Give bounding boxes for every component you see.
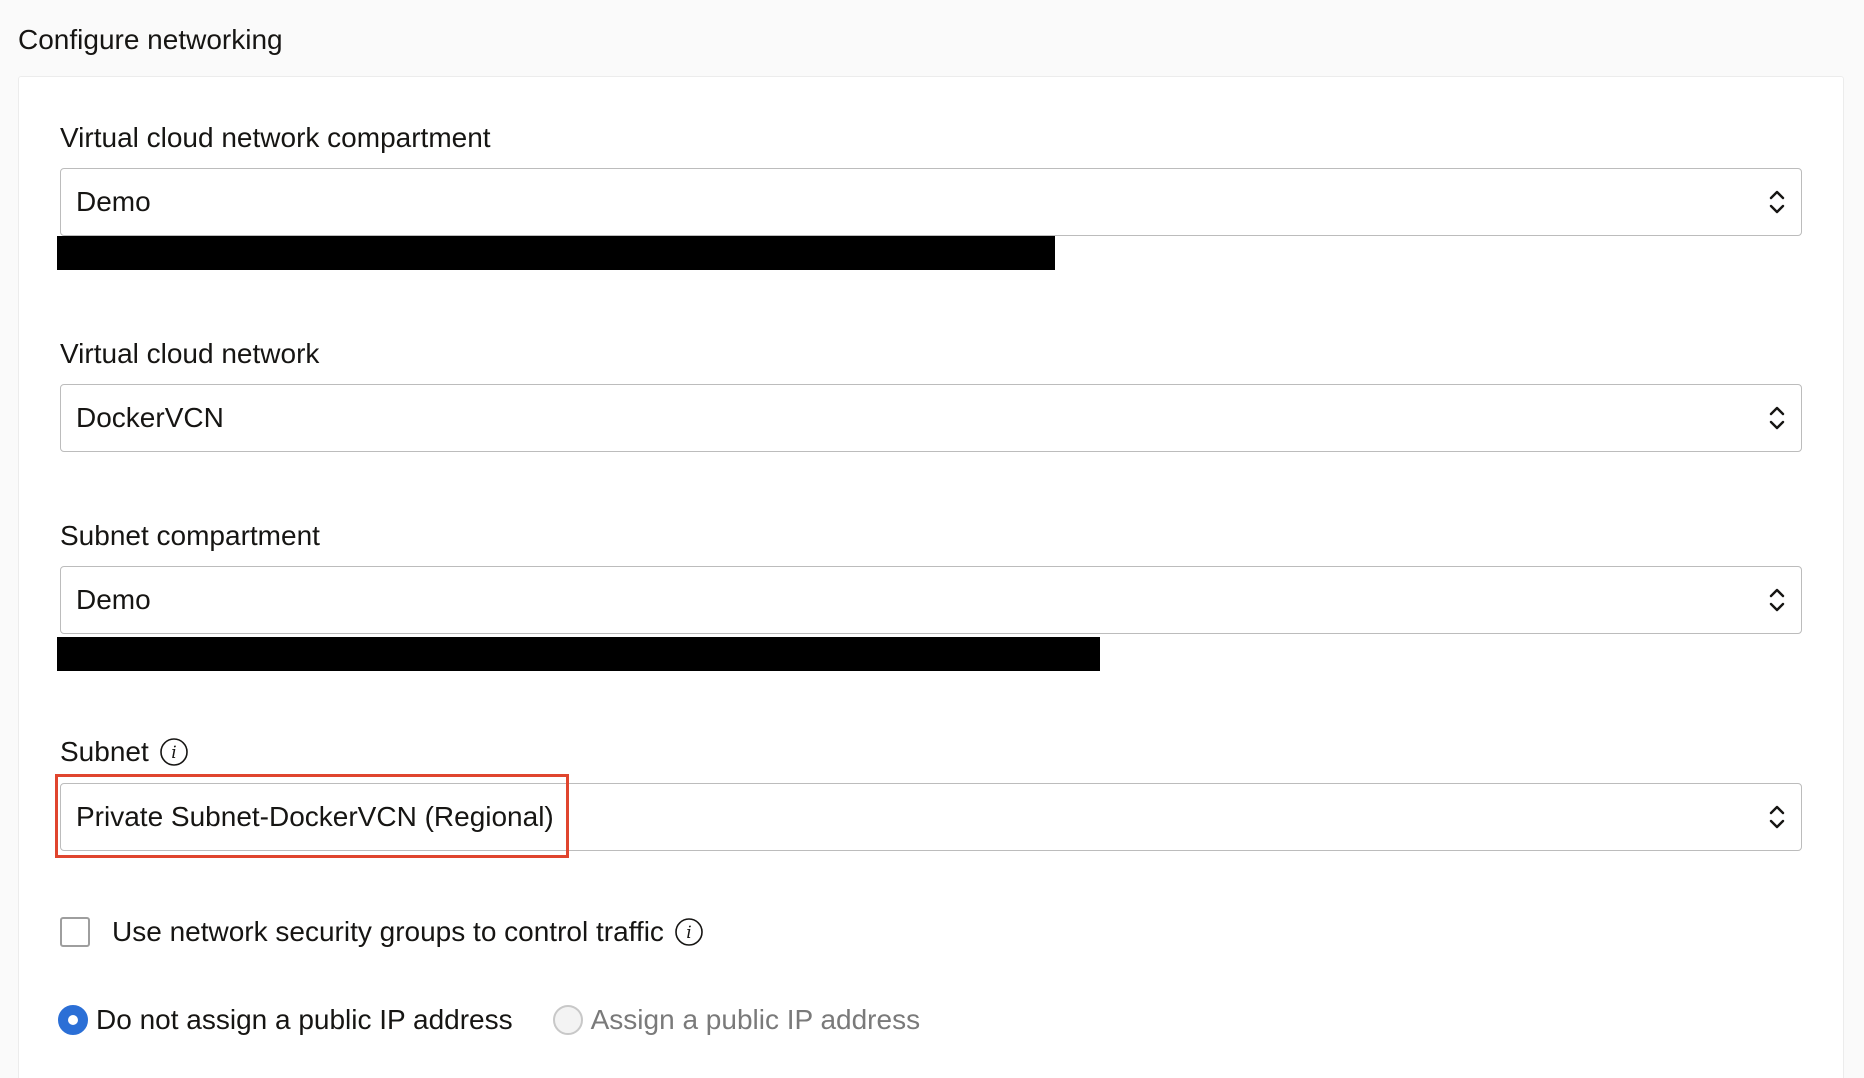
- radio-assign-public-ip-label: Assign a public IP address: [590, 1004, 921, 1035]
- chevron-up-down-icon: [1769, 190, 1785, 214]
- radio-option-assign-public-ip[interactable]: Assign a public IP address: [552, 1004, 921, 1036]
- radio-assign-public-ip[interactable]: [552, 1005, 583, 1035]
- subnet-label-text: Subnet: [60, 736, 149, 767]
- nsg-checkbox[interactable]: [60, 917, 90, 947]
- subnet-label: Subnet i: [60, 736, 189, 768]
- radio-option-no-public-ip[interactable]: Do not assign a public IP address: [58, 1004, 513, 1036]
- vcn-label: Virtual cloud network: [60, 338, 319, 370]
- page: Configure networking Virtual cloud netwo…: [0, 0, 1864, 1078]
- vcn-compartment-select[interactable]: Demo: [60, 168, 1802, 236]
- subnet-compartment-value: Demo: [76, 584, 151, 615]
- svg-text:i: i: [171, 743, 176, 763]
- redaction-bar: [57, 236, 1055, 270]
- chevron-up-down-icon: [1769, 406, 1785, 430]
- subnet-compartment-label: Subnet compartment: [60, 520, 320, 552]
- vcn-compartment-label: Virtual cloud network compartment: [60, 122, 491, 154]
- nsg-label: Use network security groups to control t…: [112, 916, 664, 947]
- chevron-up-down-icon: [1769, 805, 1785, 829]
- chevron-up-down-icon: [1769, 588, 1785, 612]
- subnet-compartment-select[interactable]: Demo: [60, 566, 1802, 634]
- nsg-checkbox-row: Use network security groups to control t…: [60, 916, 704, 948]
- vcn-compartment-value: Demo: [76, 186, 151, 217]
- vcn-select[interactable]: DockerVCN: [60, 384, 1802, 452]
- redaction-bar: [57, 637, 1100, 671]
- subnet-value: Private Subnet-DockerVCN (Regional): [76, 801, 554, 832]
- public-ip-radio-group: Do not assign a public IP address Assign…: [58, 1004, 960, 1036]
- subnet-compartment-label-text: Subnet compartment: [60, 520, 320, 551]
- svg-text:i: i: [686, 923, 691, 943]
- radio-no-public-ip-label: Do not assign a public IP address: [96, 1004, 513, 1035]
- vcn-compartment-label-text: Virtual cloud network compartment: [60, 122, 491, 153]
- info-icon[interactable]: i: [674, 917, 704, 947]
- vcn-value: DockerVCN: [76, 402, 224, 433]
- subnet-select[interactable]: Private Subnet-DockerVCN (Regional): [60, 783, 1802, 851]
- radio-no-public-ip[interactable]: [58, 1005, 88, 1035]
- section-title: Configure networking: [18, 24, 283, 55]
- vcn-label-text: Virtual cloud network: [60, 338, 320, 369]
- info-icon[interactable]: i: [159, 737, 189, 767]
